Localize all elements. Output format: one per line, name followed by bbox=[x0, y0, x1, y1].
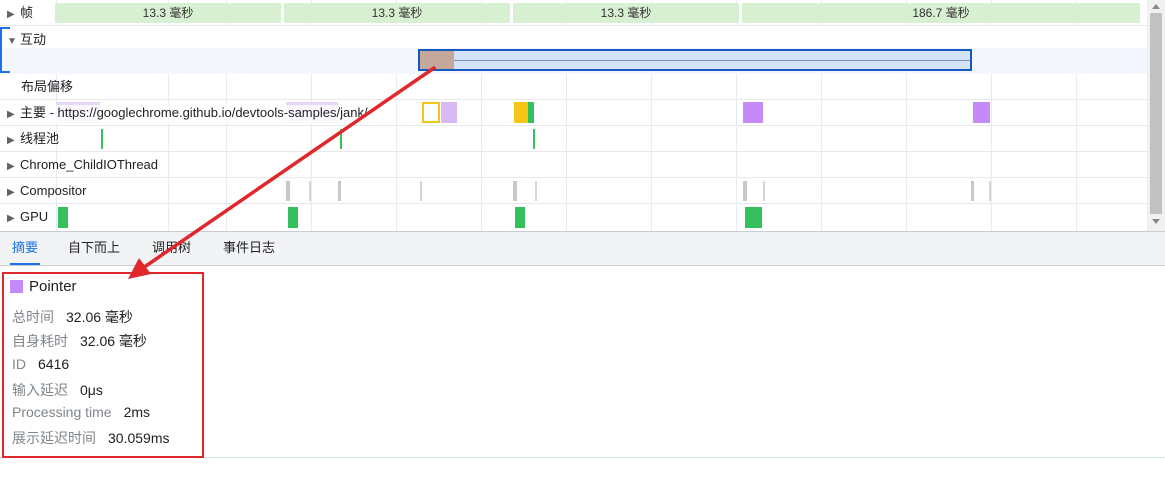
interactions-track-label: 互动 bbox=[20, 32, 47, 47]
scrollbar-thumb[interactable] bbox=[1150, 13, 1162, 214]
tab-call-tree[interactable]: 调用树 bbox=[150, 232, 193, 265]
summary-value: 32.06 毫秒 bbox=[66, 309, 133, 325]
frames-track: ▶ 帧 13.3 毫秒 13.3 毫秒 13.3 毫秒 186.7 毫秒 bbox=[0, 0, 1147, 26]
main-track-header[interactable]: ▶ 主要 - https://googlechrome.github.io/dev… bbox=[7, 105, 368, 123]
summary-row: 输入延迟 0μs bbox=[12, 380, 103, 400]
summary-key: Processing time bbox=[12, 404, 112, 420]
vertical-scrollbar[interactable] bbox=[1147, 0, 1165, 231]
details-tab-bar: 摘要 自下而上 调用树 事件日志 bbox=[0, 231, 1165, 266]
summary-value: 2ms bbox=[123, 404, 151, 420]
group-bracket bbox=[0, 27, 10, 73]
frames-track-header[interactable]: ▶ 帧 bbox=[7, 5, 33, 23]
gpu-track-header[interactable]: ▶ GPU bbox=[7, 209, 48, 227]
summary-key: 输入延迟 bbox=[12, 382, 68, 398]
compositor-track-header[interactable]: ▶ Compositor bbox=[7, 183, 86, 201]
gpu-task-mark[interactable] bbox=[288, 207, 298, 228]
compositor-task-mark[interactable] bbox=[420, 181, 422, 201]
child-io-track: ▶ Chrome_ChildIOThread bbox=[0, 152, 1147, 178]
summary-key: 展示延迟时间 bbox=[12, 430, 96, 446]
compositor-task-mark[interactable] bbox=[535, 181, 537, 201]
expand-triangle-icon[interactable]: ▶ bbox=[7, 107, 20, 123]
thread-pool-track-header[interactable]: ▶ 线程池 bbox=[7, 131, 59, 149]
compositor-task-mark[interactable] bbox=[513, 181, 517, 201]
tab-bottom-up[interactable]: 自下而上 bbox=[66, 232, 122, 265]
frame-segment[interactable]: 186.7 毫秒 bbox=[742, 3, 1140, 23]
summary-row: 展示延迟时间 30.059ms bbox=[12, 428, 169, 448]
main-task-block[interactable] bbox=[441, 102, 457, 123]
compositor-task-mark[interactable] bbox=[309, 181, 311, 201]
gpu-track-label: GPU bbox=[20, 209, 49, 224]
thread-pool-track: ▶ 线程池 bbox=[0, 126, 1147, 152]
frame-segment[interactable]: 13.3 毫秒 bbox=[284, 3, 510, 23]
interaction-whisker bbox=[454, 60, 970, 61]
interaction-input-delay-bar bbox=[420, 51, 454, 69]
summary-value: 0μs bbox=[80, 382, 103, 398]
compositor-task-mark[interactable] bbox=[286, 181, 290, 201]
layout-shifts-track: 布局偏移 bbox=[0, 74, 1147, 100]
main-track-label: 主要 - https://googlechrome.github.io/devt… bbox=[20, 105, 368, 120]
thread-task-mark[interactable] bbox=[340, 129, 342, 149]
summary-row: Processing time 2ms bbox=[12, 404, 150, 420]
summary-row: 总时间 32.06 毫秒 bbox=[12, 307, 133, 327]
tab-event-log[interactable]: 事件日志 bbox=[221, 232, 277, 265]
gpu-task-mark[interactable] bbox=[745, 207, 762, 228]
expand-triangle-icon[interactable]: ▶ bbox=[7, 211, 20, 227]
expand-triangle-icon[interactable]: ▶ bbox=[7, 159, 20, 175]
main-task-block[interactable] bbox=[514, 102, 528, 123]
thread-pool-track-label: 线程池 bbox=[20, 131, 60, 146]
frame-segment[interactable]: 13.3 毫秒 bbox=[55, 3, 281, 23]
summary-key: 总时间 bbox=[12, 309, 54, 325]
timeline-panel[interactable]: ▶ 帧 13.3 毫秒 13.3 毫秒 13.3 毫秒 186.7 毫秒 ▼ 互动 … bbox=[0, 0, 1147, 231]
summary-value: 6416 bbox=[38, 356, 70, 372]
summary-row: 自身耗时 32.06 毫秒 bbox=[12, 331, 147, 351]
interactions-track-header[interactable]: ▼ 互动 bbox=[7, 32, 46, 50]
gpu-task-mark[interactable] bbox=[515, 207, 525, 228]
compositor-task-mark[interactable] bbox=[743, 181, 747, 201]
gpu-track: ▶ GPU bbox=[0, 204, 1147, 231]
expand-triangle-icon[interactable]: ▶ bbox=[7, 133, 20, 149]
event-color-swatch bbox=[10, 280, 23, 293]
compositor-task-mark[interactable] bbox=[763, 181, 765, 201]
scroll-up-arrow-icon[interactable] bbox=[1152, 4, 1160, 9]
main-task-block[interactable] bbox=[973, 102, 990, 123]
gpu-task-mark[interactable] bbox=[58, 207, 68, 228]
expand-triangle-icon[interactable]: ▶ bbox=[7, 185, 20, 201]
main-task-block[interactable] bbox=[422, 102, 440, 123]
summary-value: 30.059ms bbox=[108, 430, 170, 446]
summary-key: 自身耗时 bbox=[12, 333, 68, 349]
tab-summary[interactable]: 摘要 bbox=[10, 232, 41, 265]
compositor-task-mark[interactable] bbox=[989, 181, 991, 201]
scroll-down-arrow-icon[interactable] bbox=[1152, 219, 1160, 224]
compositor-task-mark[interactable] bbox=[338, 181, 341, 201]
summary-key: ID bbox=[12, 356, 26, 372]
frames-track-label: 帧 bbox=[20, 5, 34, 20]
main-task-block[interactable] bbox=[743, 102, 763, 123]
main-task-block[interactable] bbox=[528, 102, 534, 123]
compositor-track-label: Compositor bbox=[20, 183, 87, 198]
summary-value: 32.06 毫秒 bbox=[80, 333, 147, 349]
expand-triangle-icon[interactable]: ▶ bbox=[7, 7, 20, 23]
thread-task-mark[interactable] bbox=[533, 129, 535, 149]
frame-segment[interactable]: 13.3 毫秒 bbox=[513, 3, 739, 23]
compositor-track: ▶ Compositor bbox=[0, 178, 1147, 204]
layout-shifts-track-label: 布局偏移 bbox=[21, 79, 74, 94]
child-io-track-header[interactable]: ▶ Chrome_ChildIOThread bbox=[7, 157, 158, 175]
compositor-task-mark[interactable] bbox=[971, 181, 974, 201]
thread-task-mark[interactable] bbox=[101, 129, 103, 149]
child-io-track-label: Chrome_ChildIOThread bbox=[20, 157, 159, 172]
selected-interaction[interactable] bbox=[418, 49, 972, 71]
summary-row: ID 6416 bbox=[12, 356, 69, 372]
main-track: ▶ 主要 - https://googlechrome.github.io/dev… bbox=[0, 100, 1147, 126]
summary-title: Pointer bbox=[29, 278, 77, 295]
